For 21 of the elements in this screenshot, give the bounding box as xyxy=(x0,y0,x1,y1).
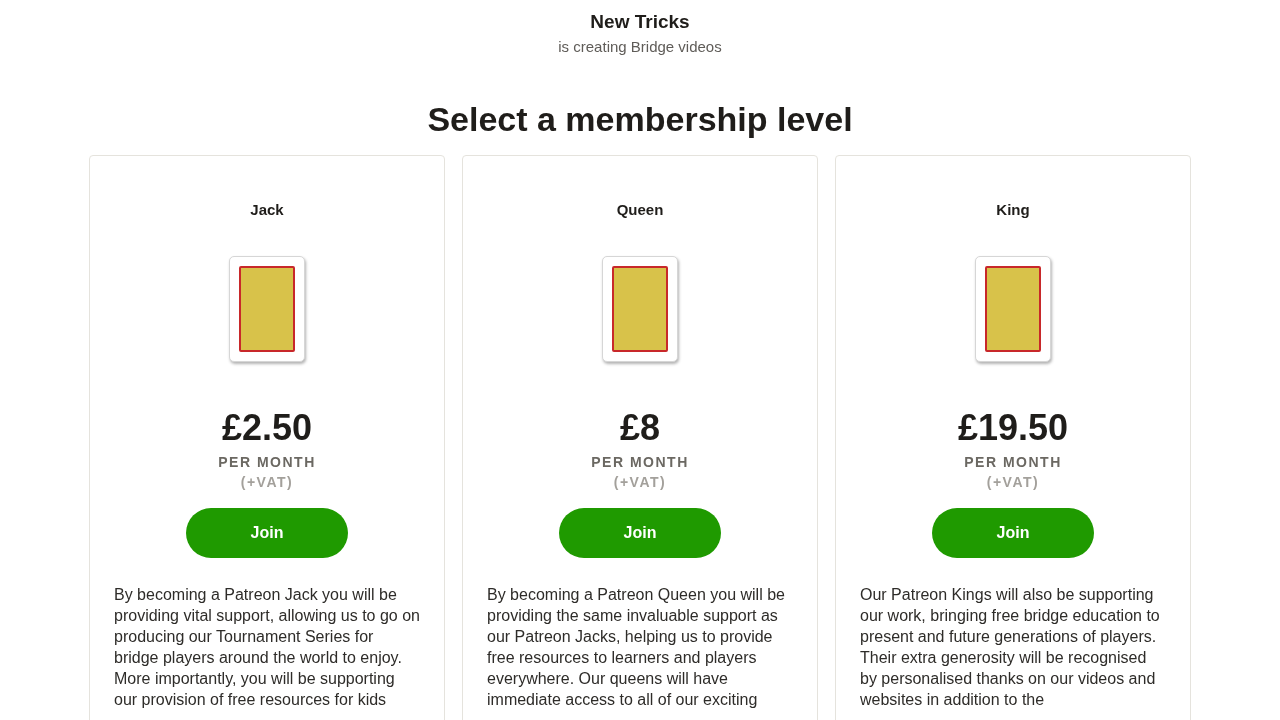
billing-period: PER MONTH xyxy=(218,453,316,472)
tier-name: Queen xyxy=(616,200,664,220)
tier-description: By becoming a Patreon Queen you will be providing the same invaluable support as our Patreon Jacks, helping us to provide free resources to learners and players everywhere. Our queens will have immediate access to all of our exciting xyxy=(486,585,786,710)
billing-period: PER MONTH xyxy=(591,453,689,472)
join-button[interactable]: Join xyxy=(186,508,348,558)
tier-description: Our Patreon Kings will also be supporting our work, bringing free bridge education to present and future generations of players. Their extra generosity will be recognised by personalised thanks on our videos and websites in addition to the xyxy=(859,585,1161,710)
tier-price: £2.50 xyxy=(221,408,313,448)
vat-note: (+VAT) xyxy=(240,473,294,492)
vat-note: (+VAT) xyxy=(986,473,1040,492)
page-heading: Select a membership level xyxy=(427,99,853,139)
tier-name: Jack xyxy=(250,200,284,220)
tier-price: £19.50 xyxy=(957,408,1069,448)
billing-period: PER MONTH xyxy=(964,453,1062,472)
tier-price: £8 xyxy=(619,408,660,448)
tier-description: By becoming a Patreon Jack you will be providing vital support, allowing us to go on producing our Tournament Series for bridge players around the world to enjoy. More importantly, you will be supporting our provision of free resources for kids xyxy=(113,585,421,710)
vat-note: (+VAT) xyxy=(613,473,667,492)
creator-subtitle: is creating Bridge videos xyxy=(558,37,722,57)
creator-name: New Tricks xyxy=(590,10,690,34)
tier-name: King xyxy=(996,200,1030,220)
join-button[interactable]: Join xyxy=(559,508,721,558)
join-button[interactable]: Join xyxy=(932,508,1094,558)
